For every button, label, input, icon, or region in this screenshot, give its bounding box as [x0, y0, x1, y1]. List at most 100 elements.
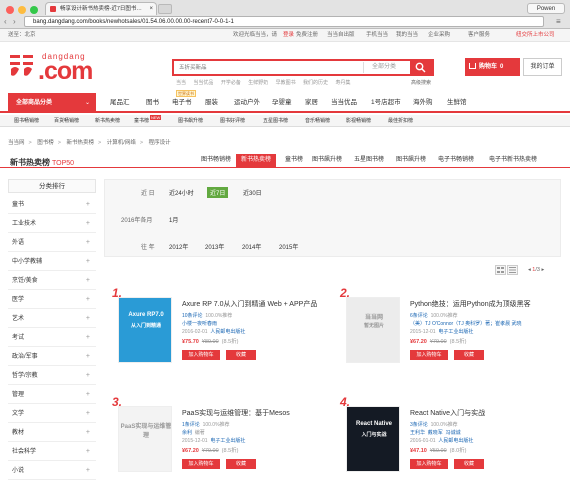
expand-plus-icon[interactable]: +	[86, 291, 90, 309]
product-title[interactable]: Axure RP 7.0从入门到精通 Web + APP产品	[182, 299, 317, 309]
review-count[interactable]: 3条评论	[410, 422, 428, 428]
close-window-icon[interactable]	[6, 6, 14, 14]
login-link[interactable]: 登录	[283, 29, 294, 41]
nav-item-baby[interactable]: 孕婴童	[272, 93, 292, 113]
nav-item-outdoor[interactable]: 运动户外	[234, 93, 260, 113]
book-cover[interactable]: React Native 入门与实战	[346, 406, 400, 472]
topbar-link-service[interactable]: 客户服务	[468, 29, 490, 41]
review-count[interactable]: 10条评论	[182, 313, 203, 319]
grid-view-icon[interactable]	[495, 265, 506, 275]
hotword[interactable]: 我们的历史	[303, 80, 328, 86]
expand-plus-icon[interactable]: +	[86, 386, 90, 404]
category-item[interactable]: 烹饪/美食 +	[8, 272, 96, 290]
favorite-button[interactable]: 收藏	[226, 459, 256, 469]
zoom-window-icon[interactable]	[30, 6, 38, 14]
profile-button[interactable]: Powen	[527, 3, 565, 14]
browser-tab[interactable]: 畅享设计新书热卖榜-近7日图书… ×	[45, 2, 157, 15]
minimize-window-icon[interactable]	[18, 6, 26, 14]
subnav-item[interactable]: 新书热卖榜	[95, 115, 120, 127]
filter-2012[interactable]: 2012年	[169, 242, 188, 251]
nav-item-clothing[interactable]: 服装	[205, 93, 218, 113]
subnav-item[interactable]: 童书榜	[134, 115, 149, 127]
category-item[interactable]: 医学 +	[8, 291, 96, 309]
register-link[interactable]: 免费注册	[296, 29, 318, 41]
subnav-item[interactable]: 百货畅销榜	[54, 115, 79, 127]
category-item[interactable]: 外语 +	[8, 234, 96, 252]
breadcrumb-item[interactable]: 图书榜	[37, 140, 54, 146]
nav-item-weipinhui[interactable]: 尾品汇	[110, 93, 130, 113]
expand-plus-icon[interactable]: +	[86, 367, 90, 385]
tab-ebook-bestseller[interactable]: 电子书畅销榜	[433, 154, 479, 167]
publisher-link[interactable]: 电子工业出版社	[438, 329, 473, 335]
subnav-item[interactable]: 图书好评榜	[220, 115, 245, 127]
expand-plus-icon[interactable]: +	[86, 310, 90, 328]
publisher-link[interactable]: 人民邮电出版社	[210, 329, 245, 335]
author-link[interactable]: 冯诚诚	[446, 430, 461, 436]
favorite-button[interactable]: 收藏	[454, 459, 484, 469]
review-count[interactable]: 6条评论	[410, 313, 428, 319]
logo-big-text[interactable]: .com	[38, 58, 93, 84]
expand-plus-icon[interactable]: +	[86, 348, 90, 366]
subnav-item[interactable]: 影视畅销榜	[346, 115, 371, 127]
filter-jan[interactable]: 1月	[169, 215, 178, 224]
author-link[interactable]: （美）TJ O'Connor（TJ 奥科罗）著；崔孝晨 武晓	[410, 321, 522, 327]
tab-rising[interactable]: 图书飙升榜	[307, 154, 347, 167]
subnav-item[interactable]: 最佳折扣榜	[388, 115, 413, 127]
author-link[interactable]: 王利华	[410, 430, 425, 436]
publisher-link[interactable]: 人民邮电出版社	[438, 438, 473, 444]
filter-30days[interactable]: 近30日	[243, 188, 262, 197]
topbar-link-mobile[interactable]: 手机当当	[366, 29, 388, 41]
expand-plus-icon[interactable]: +	[86, 443, 90, 461]
add-to-cart-button[interactable]: 加入购物车	[182, 350, 220, 360]
nav-item-books[interactable]: 图书	[146, 93, 159, 113]
breadcrumb-item[interactable]: 当当网	[8, 140, 25, 146]
subnav-item[interactable]: 图书畅销榜	[14, 115, 39, 127]
advanced-search-link[interactable]: 高级搜索	[411, 79, 431, 86]
search-button[interactable]	[410, 61, 432, 74]
topbar-link-enterprise[interactable]: 企业采购	[428, 29, 450, 41]
publisher-link[interactable]: 电子工业出版社	[210, 438, 245, 444]
topbar-link-selfpub[interactable]: 当当自出版	[327, 29, 355, 41]
product-title[interactable]: React Native入门与实战	[410, 408, 485, 418]
expand-plus-icon[interactable]: +	[86, 462, 90, 480]
filter-2014[interactable]: 2014年	[242, 242, 261, 251]
category-item[interactable]: 工业技术 +	[8, 215, 96, 233]
expand-plus-icon[interactable]: +	[86, 215, 90, 233]
category-item[interactable]: 小说 +	[8, 462, 96, 480]
category-item[interactable]: 文学 +	[8, 405, 96, 423]
subnav-item[interactable]: 五星图书榜	[263, 115, 288, 127]
expand-plus-icon[interactable]: +	[86, 196, 90, 214]
forward-arrow-icon[interactable]: ›	[13, 16, 16, 27]
search-category-select[interactable]: 全部分类	[363, 62, 411, 73]
nav-item-fresh[interactable]: 生鲜馆	[447, 93, 467, 113]
filter-7days[interactable]: 近7日	[207, 187, 229, 198]
hotword[interactable]: 当当优品	[193, 80, 213, 86]
nav-item-youpin[interactable]: 当当优品	[331, 93, 357, 113]
tab-bestseller[interactable]: 图书畅销榜	[196, 154, 236, 167]
category-item[interactable]: 政治/军事 +	[8, 348, 96, 366]
subnav-item[interactable]: 图书飙升榜	[178, 115, 203, 127]
tab-new-hot[interactable]: 新书热卖榜	[236, 154, 277, 167]
cart-button[interactable]: 购物车 0	[465, 58, 520, 76]
back-arrow-icon[interactable]: ‹	[4, 16, 7, 27]
breadcrumb-item[interactable]: 新书热卖榜	[67, 140, 95, 146]
hotword[interactable]: 当当	[176, 80, 186, 86]
search-input[interactable]	[174, 61, 359, 74]
author-link[interactable]: 小楼一夜听春雨	[182, 321, 217, 327]
url-bar[interactable]: bang.dangdang.com/books/newhotsales/01.5…	[24, 16, 544, 27]
dangdang-logo-icon[interactable]	[8, 51, 36, 79]
new-tab-button[interactable]	[158, 4, 172, 14]
ipo-badge[interactable]: 纽交所上市公司	[516, 29, 555, 41]
product-title[interactable]: PaaS实现与运维管理：基于Mesos	[182, 408, 290, 418]
expand-plus-icon[interactable]: +	[86, 272, 90, 290]
tab-rising-2[interactable]: 图书飙升榜	[391, 154, 431, 167]
category-item[interactable]: 艺术 +	[8, 310, 96, 328]
expand-plus-icon[interactable]: +	[86, 329, 90, 347]
book-cover[interactable]: 当当网 暂无图片	[346, 297, 400, 363]
menu-icon[interactable]: ≡	[556, 17, 561, 26]
hotword[interactable]: 早教图书	[276, 80, 296, 86]
author-link[interactable]: 余利	[182, 430, 192, 436]
category-item[interactable]: 管理 +	[8, 386, 96, 404]
category-item[interactable]: 社会科学 +	[8, 443, 96, 461]
category-item[interactable]: 童书 +	[8, 196, 96, 214]
